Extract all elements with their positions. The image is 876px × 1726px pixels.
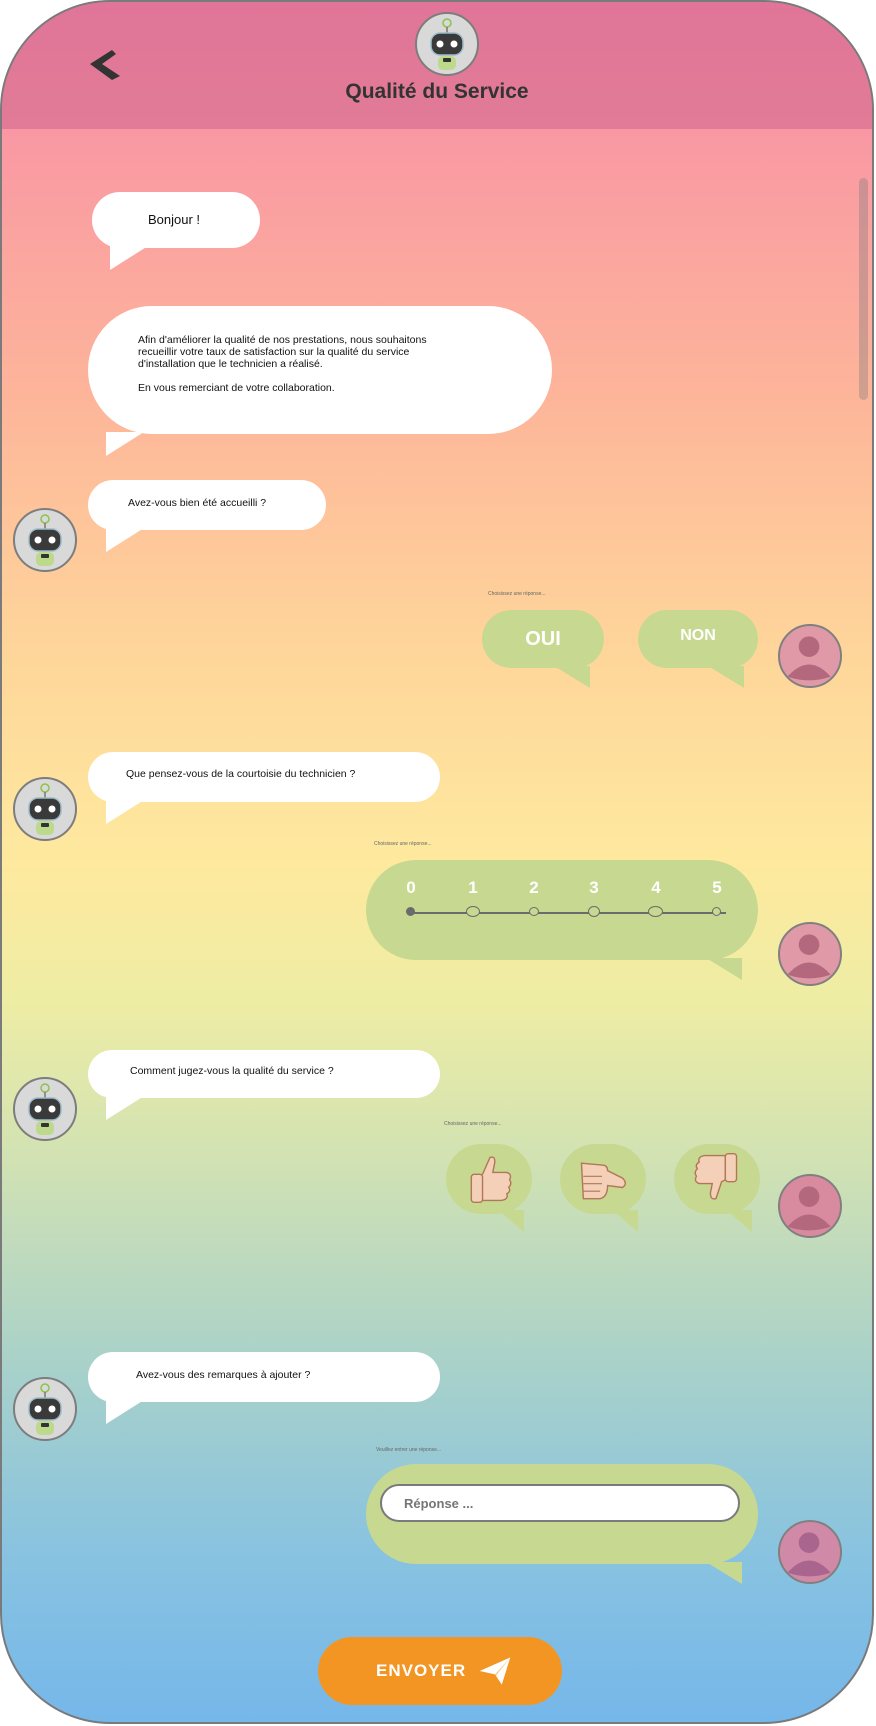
no-label: NON xyxy=(680,627,716,644)
thumb-sideways-button[interactable] xyxy=(560,1144,646,1232)
answer-hint: Choisissez une réponse... xyxy=(444,1121,502,1127)
bot-avatar-icon xyxy=(13,508,77,572)
question-bubble-1: Avez-vous bien été accueilli ? xyxy=(88,480,326,552)
response-bubble xyxy=(366,1464,758,1584)
answer-hint: Choisissez une réponse... xyxy=(488,591,546,597)
greeting-bubble: Bonjour ! xyxy=(92,192,260,270)
intro-line: d'installation que le technicien a réali… xyxy=(138,358,323,370)
user-silhouette-icon xyxy=(787,934,831,979)
thumbs-down-icon xyxy=(694,1153,738,1200)
thumbs-up-button[interactable] xyxy=(446,1144,532,1232)
thumb-sideways-icon xyxy=(580,1162,627,1200)
question-text: Que pensez-vous de la courtoisie du tech… xyxy=(126,768,356,780)
user-avatar xyxy=(778,1520,842,1584)
question-bubble-4: Avez-vous des remarques à ajouter ? xyxy=(88,1352,440,1424)
thumbs-up-icon xyxy=(470,1156,512,1203)
no-button[interactable]: NON xyxy=(638,610,758,688)
send-button[interactable]: ENVOYER xyxy=(318,1637,562,1705)
yes-label: OUI xyxy=(525,628,561,650)
rating-label-4: 4 xyxy=(651,878,661,897)
scrollbar[interactable] xyxy=(859,178,868,400)
thumbs-down-button[interactable] xyxy=(674,1144,760,1232)
bot-avatar-icon xyxy=(13,777,77,841)
intro-line: En vous remerciant de votre collaboratio… xyxy=(138,382,335,394)
paper-plane-icon xyxy=(479,1657,511,1685)
rating-option-3[interactable] xyxy=(588,906,600,917)
question-text: Avez-vous des remarques à ajouter ? xyxy=(136,1369,311,1381)
rating-option-1[interactable] xyxy=(466,906,480,917)
question-bubble-3: Comment jugez-vous la qualité du service… xyxy=(88,1050,440,1120)
rating-scale[interactable]: 0 1 2 3 4 5 xyxy=(366,860,758,980)
rating-label-5: 5 xyxy=(712,878,722,897)
user-avatar xyxy=(778,624,842,688)
intro-line: Afin d'améliorer la qualité de nos prest… xyxy=(138,334,427,346)
user-silhouette-icon xyxy=(787,636,831,681)
header-bar: Qualité du Service xyxy=(2,2,872,129)
bot-avatar-icon xyxy=(13,1077,77,1141)
rating-label-2: 2 xyxy=(529,878,539,897)
greeting-text: Bonjour ! xyxy=(148,212,201,227)
rating-option-4[interactable] xyxy=(648,906,663,917)
user-silhouette-icon xyxy=(787,1186,831,1231)
rating-label-0: 0 xyxy=(406,878,416,897)
answer-hint: Choisissez une réponse... xyxy=(374,841,432,847)
intro-line xyxy=(138,370,552,382)
rating-option-0[interactable] xyxy=(406,907,415,916)
user-avatar xyxy=(778,922,842,986)
send-label: ENVOYER xyxy=(376,1661,467,1680)
rating-label-1: 1 xyxy=(468,878,478,897)
yes-button[interactable]: OUI xyxy=(482,610,604,688)
user-silhouette-icon xyxy=(787,1532,831,1577)
question-text: Avez-vous bien été accueilli ? xyxy=(128,497,267,509)
answer-hint: Veuillez entrer une réponse... xyxy=(376,1447,442,1453)
rating-track xyxy=(410,912,726,914)
rating-option-2[interactable] xyxy=(529,907,539,916)
bot-avatar-icon xyxy=(13,1377,77,1441)
question-bubble-2: Que pensez-vous de la courtoisie du tech… xyxy=(88,752,440,824)
robot-avatar-icon xyxy=(415,12,479,76)
rating-option-5[interactable] xyxy=(712,907,721,916)
intro-bubble: Afin d'améliorer la qualité de nos prest… xyxy=(88,306,552,456)
question-text: Comment jugez-vous la qualité du service… xyxy=(130,1065,334,1077)
phone-frame: Qualité du Service Bonjour ! Afin d'amél… xyxy=(0,0,874,1724)
rating-label-3: 3 xyxy=(589,878,599,897)
response-input[interactable] xyxy=(380,1484,740,1522)
user-avatar xyxy=(778,1174,842,1238)
page-title: Qualité du Service xyxy=(345,80,529,103)
intro-line: recueillir votre taux de satisfaction su… xyxy=(138,346,410,358)
